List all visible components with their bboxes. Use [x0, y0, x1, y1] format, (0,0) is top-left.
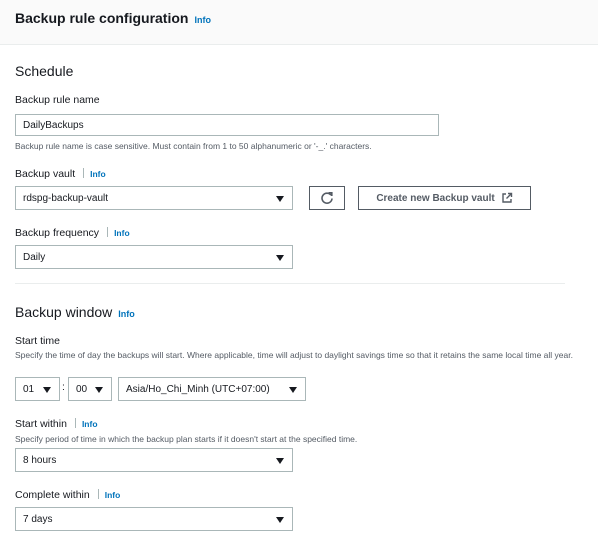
label-separator: [74, 418, 76, 428]
vault-info-link[interactable]: Info: [90, 169, 106, 179]
external-link-icon: [501, 192, 512, 203]
caret-down-icon: [276, 196, 284, 202]
start-within-label: Start within Info: [15, 418, 98, 430]
create-vault-label: Create new Backup vault: [376, 192, 495, 204]
create-vault-button[interactable]: Create new Backup vault: [358, 186, 531, 210]
vault-select-value: rdspg-backup-vault: [23, 193, 109, 204]
complete-within-info-link[interactable]: Info: [105, 490, 121, 500]
panel-title: Backup rule configuration Info: [15, 10, 211, 26]
caret-down-icon: [276, 458, 284, 464]
complete-within-label: Complete within Info: [15, 489, 121, 501]
frequency-select-value: Daily: [23, 252, 46, 263]
refresh-icon: [321, 192, 333, 204]
caret-down-icon: [43, 387, 51, 393]
section-divider: [15, 283, 565, 284]
start-time-label: Start time: [15, 335, 60, 347]
frequency-label: Backup frequency Info: [15, 227, 130, 239]
backup-window-title: Backup window Info: [15, 304, 135, 320]
hour-select[interactable]: 01: [15, 377, 60, 401]
start-within-info-link[interactable]: Info: [82, 419, 98, 429]
start-time-hint: Specify the time of day the backups will…: [15, 350, 573, 360]
minute-select[interactable]: 00: [68, 377, 112, 401]
timezone-select[interactable]: Asia/Ho_Chi_Minh (UTC+07:00): [118, 377, 306, 401]
complete-within-value: 7 days: [23, 514, 53, 525]
rule-name-label: Backup rule name: [15, 94, 100, 106]
label-separator: [83, 168, 85, 178]
header-info-link[interactable]: Info: [194, 15, 211, 25]
timezone-value: Asia/Ho_Chi_Minh (UTC+07:00): [126, 384, 270, 395]
vault-label: Backup vault Info: [15, 168, 106, 180]
frequency-info-link[interactable]: Info: [114, 228, 130, 238]
panel-header: Backup rule configuration Info: [0, 0, 598, 45]
label-separator: [97, 489, 99, 499]
hour-value: 01: [23, 384, 35, 395]
vault-select[interactable]: rdspg-backup-vault: [15, 186, 293, 210]
schedule-title: Schedule: [15, 63, 74, 79]
rule-name-hint: Backup rule name is case sensitive. Must…: [15, 141, 372, 151]
frequency-select[interactable]: Daily: [15, 245, 293, 269]
rule-name-input[interactable]: DailyBackups: [15, 114, 439, 136]
caret-down-icon: [276, 517, 284, 523]
refresh-button[interactable]: [309, 186, 345, 210]
label-separator: [107, 227, 109, 237]
caret-down-icon: [276, 255, 284, 261]
caret-down-icon: [95, 387, 103, 393]
backup-window-info-link[interactable]: Info: [118, 309, 135, 319]
start-within-select[interactable]: 8 hours: [15, 448, 293, 472]
time-colon: :: [62, 381, 65, 393]
start-within-hint: Specify period of time in which the back…: [15, 434, 358, 444]
caret-down-icon: [289, 387, 297, 393]
start-within-value: 8 hours: [23, 455, 57, 466]
complete-within-select[interactable]: 7 days: [15, 507, 293, 531]
minute-value: 00: [76, 384, 88, 395]
